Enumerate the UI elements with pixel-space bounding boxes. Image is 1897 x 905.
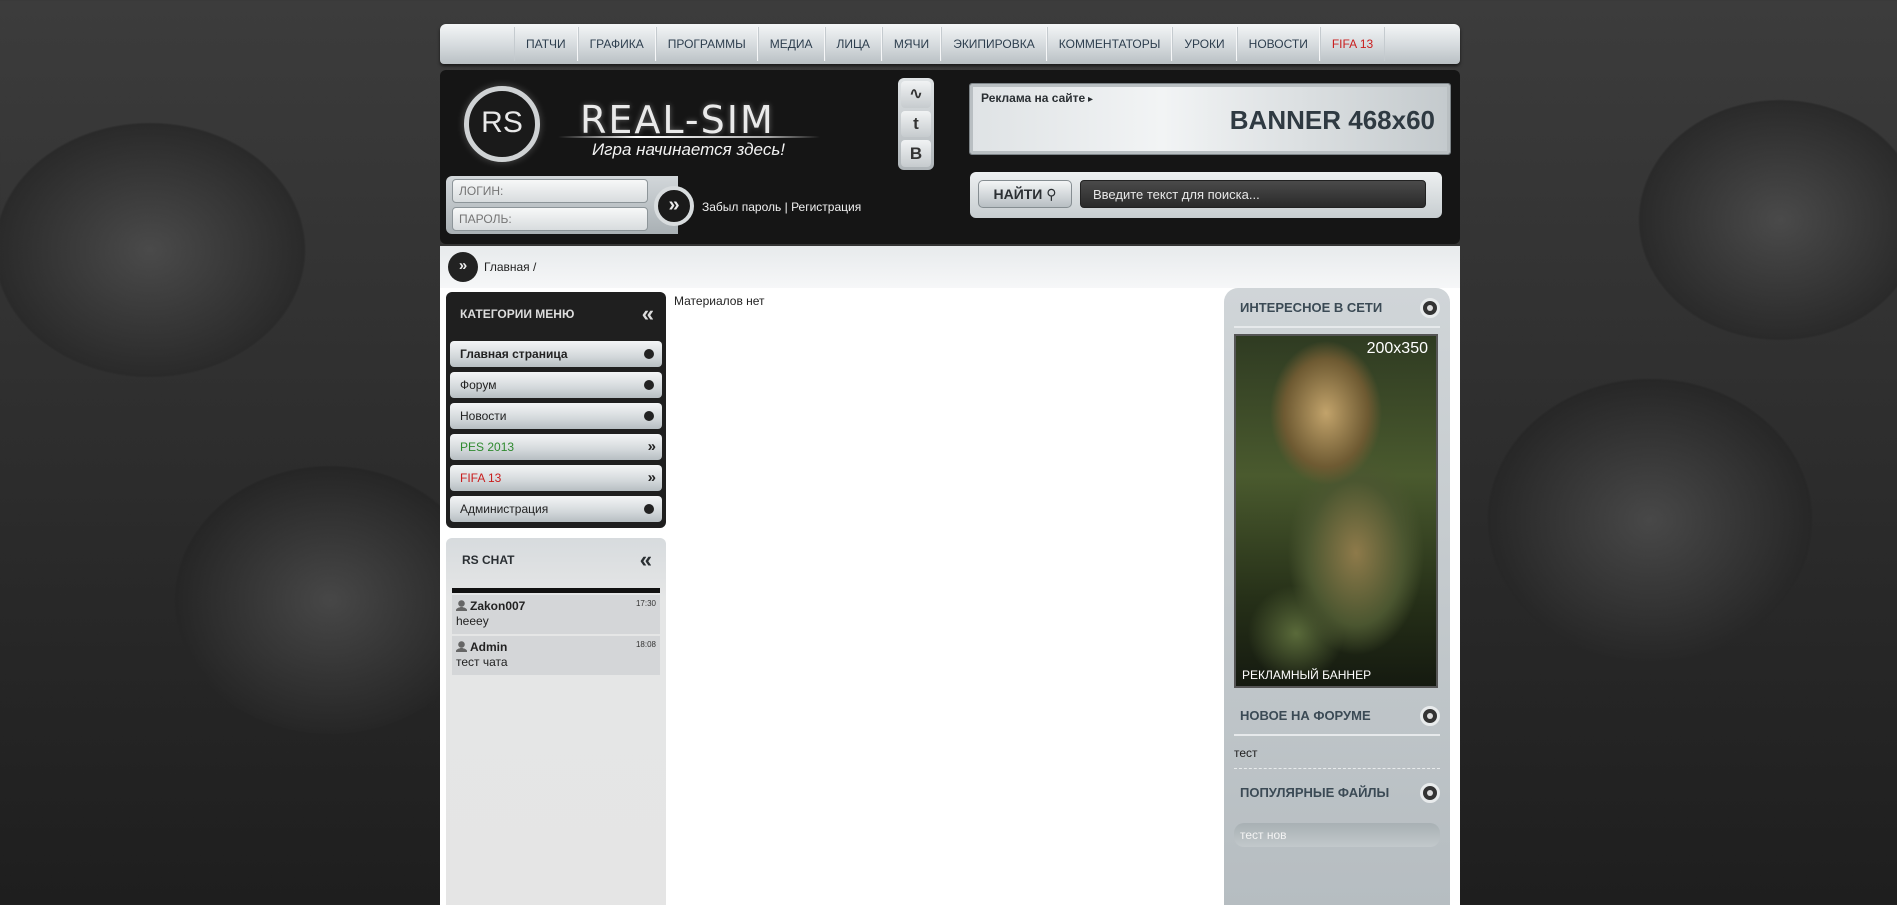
nav-item-fifa13[interactable]: FIFA 13 (1319, 27, 1386, 61)
search-icon: ⚲ (1046, 186, 1057, 202)
right-sidebar: ИНТЕРЕСНОЕ В СЕТИ 200x350 РЕКЛАМНЫЙ БАНН… (1224, 288, 1450, 905)
login-submit-button[interactable]: » (654, 186, 694, 226)
logo-mark: RS (464, 86, 540, 162)
sidebar-item-label: Новости (460, 409, 507, 423)
sidebar-item-pes2013[interactable]: PES 2013 » (450, 434, 662, 460)
search-button[interactable]: НАЙТИ ⚲ (978, 180, 1072, 208)
nav-item-faces[interactable]: ЛИЦА (824, 27, 882, 61)
ad-caption: РЕКЛАМНЫЙ БАННЕР (1242, 668, 1372, 682)
interesting-title-text: ИНТЕРЕСНОЕ В СЕТИ (1240, 300, 1383, 315)
interesting-title: ИНТЕРЕСНОЕ В СЕТИ (1234, 288, 1440, 328)
login-form (446, 176, 678, 234)
chat-username[interactable]: Zakon007 (456, 599, 656, 613)
sidebar-item-fifa13[interactable]: FIFA 13 » (450, 465, 662, 491)
ad-size-text: BANNER 468x60 (1229, 105, 1435, 135)
password-field[interactable] (452, 207, 648, 231)
sidebar-item-home[interactable]: Главная страница (450, 341, 662, 367)
sidebar-item-label: PES 2013 (460, 440, 515, 454)
toggle-icon[interactable] (1420, 706, 1440, 726)
collapse-icon[interactable]: « (642, 292, 654, 336)
nav-item-kits[interactable]: ЭКИПИРОВКА (941, 27, 1047, 61)
collapse-icon[interactable]: « (640, 538, 652, 582)
sidebar-item-news[interactable]: Новости (450, 403, 662, 429)
nav-item-commentators[interactable]: КОММЕНТАТОРЫ (1046, 27, 1173, 61)
bullet-icon (644, 504, 654, 514)
bullet-icon (644, 349, 654, 359)
search-input[interactable] (1080, 180, 1426, 208)
bullet-icon (644, 411, 654, 421)
site-header: RS REAL-SIM Игра начинается здесь! ∿ t B… (440, 70, 1460, 244)
categories-title: КАТЕГОРИИ МЕНЮ « (450, 292, 662, 336)
chat-text: heeey (456, 614, 489, 628)
login-field[interactable] (452, 179, 648, 203)
nav-item-graphics[interactable]: ГРАФИКА (577, 27, 656, 61)
vk-icon[interactable]: B (901, 140, 931, 168)
nav-item-news[interactable]: НОВОСТИ (1236, 27, 1320, 61)
sidebar-item-label: Форум (460, 378, 497, 392)
chat-title-text: RS CHAT (462, 553, 515, 567)
chat-time: 17:30 (635, 599, 656, 608)
categories-title-text: КАТЕГОРИИ МЕНЮ (460, 307, 575, 321)
chat-time: 18:08 (635, 640, 656, 649)
ad-size-text: 200x350 (1366, 340, 1428, 357)
register-link[interactable]: Регистрация (791, 200, 861, 214)
toggle-icon[interactable] (1420, 783, 1440, 803)
sidebar-item-label: Администрация (460, 502, 549, 516)
nav-item-programs[interactable]: ПРОГРАММЫ (655, 27, 758, 61)
file-item[interactable]: тест нов (1234, 823, 1440, 847)
chat-title: RS CHAT « (452, 538, 660, 582)
chevron-right-icon: » (647, 438, 656, 455)
chat-message: Admin 18:08 тест чата (452, 636, 660, 675)
forum-new-title: НОВОЕ НА ФОРУМЕ (1234, 696, 1440, 736)
forgot-password-link[interactable]: Забыл пароль (702, 200, 781, 214)
content-area: КАТЕГОРИИ МЕНЮ « Главная страница Форум … (440, 288, 1460, 905)
chat-messages: Zakon007 17:30 heeey Admin 18:08 тест ча… (452, 588, 660, 675)
divider (1234, 768, 1440, 769)
chat-message: Zakon007 17:30 heeey (452, 595, 660, 634)
breadcrumb[interactable]: Главная / (484, 260, 536, 274)
bullet-icon (644, 380, 654, 390)
tumblr-icon[interactable]: t (901, 110, 931, 138)
chevron-right-icon: » (647, 469, 656, 486)
sidebar-item-admin[interactable]: Администрация (450, 496, 662, 522)
logo-subtitle: Игра начинается здесь! (592, 140, 785, 159)
main-content: Материалов нет (674, 294, 1214, 308)
logo-underline (558, 136, 820, 138)
search-bar: НАЙТИ ⚲ (970, 172, 1442, 218)
chat-username[interactable]: Admin (456, 640, 656, 654)
forum-new-title-text: НОВОЕ НА ФОРУМЕ (1240, 708, 1371, 723)
sidebar-ad-banner[interactable]: 200x350 РЕКЛАМНЫЙ БАННЕР (1234, 334, 1438, 688)
sidebar-item-forum[interactable]: Форум (450, 372, 662, 398)
categories-panel: КАТЕГОРИИ МЕНЮ « Главная страница Форум … (446, 292, 666, 528)
header-ad-banner[interactable]: Реклама на сайте BANNER 468x60 (969, 83, 1451, 155)
toggle-icon[interactable] (1420, 298, 1440, 318)
empty-message: Материалов нет (674, 294, 765, 308)
sidebar-item-label: FIFA 13 (460, 471, 502, 485)
chevron-right-icon: » (448, 252, 478, 282)
top-nav: ПАТЧИ ГРАФИКА ПРОГРАММЫ МЕДИА ЛИЦА МЯЧИ … (440, 24, 1460, 64)
popular-files-title-text: ПОПУЛЯРНЫЕ ФАЙЛЫ (1240, 785, 1390, 800)
site-logo[interactable]: RS REAL-SIM Игра начинается здесь! (464, 84, 824, 176)
ad-label[interactable]: Реклама на сайте (981, 91, 1093, 105)
nav-item-lessons[interactable]: УРОКИ (1172, 27, 1237, 61)
breadcrumb-bar: » Главная / (440, 246, 1460, 288)
login-links-separator: | (781, 200, 792, 214)
login-links: Забыл пароль | Регистрация (702, 200, 861, 214)
left-sidebar: КАТЕГОРИИ МЕНЮ « Главная страница Форум … (446, 292, 666, 905)
chat-panel: RS CHAT « Zakon007 17:30 heeey Admin 18:… (446, 538, 666, 905)
page: ПАТЧИ ГРАФИКА ПРОГРАММЫ МЕДИА ЛИЦА МЯЧИ … (438, 22, 1462, 905)
nav-item-patches[interactable]: ПАТЧИ (514, 27, 578, 61)
popular-files-title: ПОПУЛЯРНЫЕ ФАЙЛЫ (1234, 773, 1440, 813)
sidebar-item-label: Главная страница (460, 347, 568, 361)
nav-item-media[interactable]: МЕДИА (757, 27, 825, 61)
nav-item-balls[interactable]: МЯЧИ (881, 27, 942, 61)
chat-text: тест чата (456, 655, 508, 669)
rss-icon[interactable]: ∿ (901, 81, 931, 108)
search-button-label: НАЙТИ (993, 186, 1043, 202)
social-links: ∿ t B (898, 78, 934, 170)
forum-topic-link[interactable]: тест (1234, 746, 1440, 760)
